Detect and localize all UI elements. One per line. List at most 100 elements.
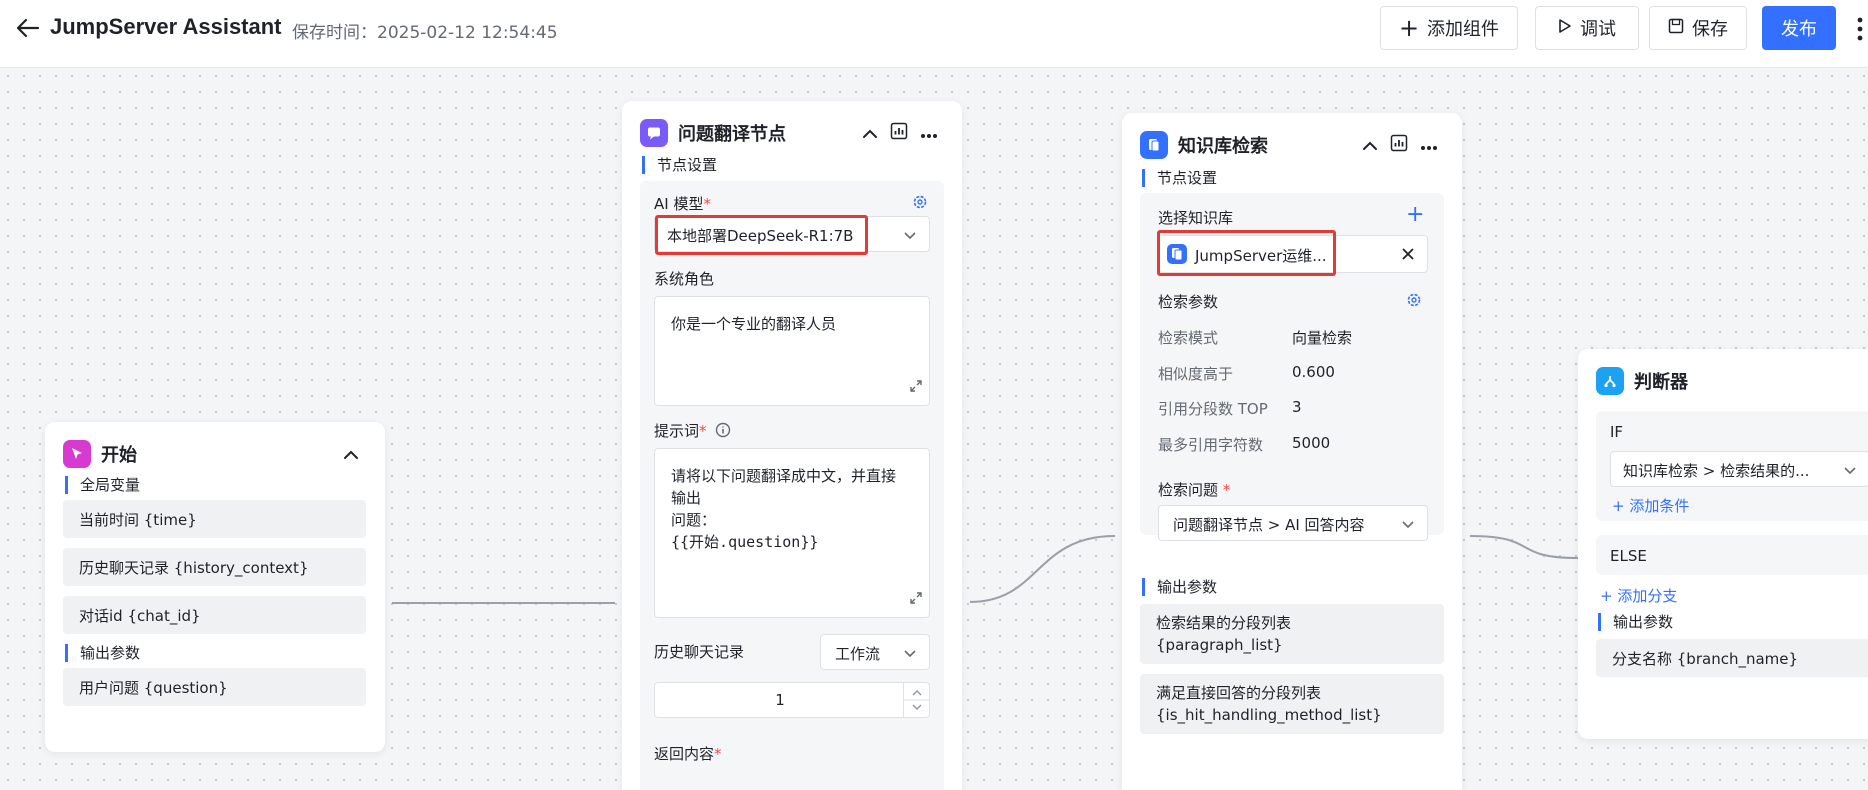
start-node[interactable]: 开始 全局变量 当前时间 {time} 历史聊天记录 {history_cont…: [45, 422, 385, 752]
more-horizontal-icon[interactable]: [1420, 136, 1438, 155]
kb-search-node[interactable]: 知识库检索 节点设置 选择知识库 + JumpServer运维... 检索参数 …: [1122, 113, 1462, 790]
stepper-arrows[interactable]: [903, 683, 930, 717]
expand-icon[interactable]: [909, 377, 923, 399]
publish-label: 发布: [1781, 19, 1817, 40]
search-params-label: 检索参数: [1158, 293, 1219, 311]
param-key: 引用分段数 TOP: [1158, 400, 1268, 418]
output-params-label: 输出参数: [65, 644, 140, 662]
judge-node[interactable]: 判断器 IF 知识库检索 > 检索结果的... + 添加条件 ELSE + 添加…: [1578, 349, 1868, 739]
param-value: 0.600: [1292, 363, 1335, 381]
translate-node[interactable]: 问题翻译节点 节点设置 AI 模型* 本地部署DeepSeek-R1:7B 系统…: [622, 101, 962, 790]
start-node-header: 开始: [63, 440, 137, 468]
prompt-line: {{开始.question}}: [671, 533, 819, 551]
kb-node-header: 知识库检索: [1140, 131, 1268, 159]
branch-icon: [1596, 367, 1624, 395]
info-icon[interactable]: [715, 422, 731, 442]
param-value: 向量检索: [1292, 329, 1353, 347]
output-param-line: 检索结果的分段列表: [1156, 614, 1292, 632]
global-var-item: 对话id {chat_id}: [63, 596, 366, 634]
more-vertical-icon[interactable]: [1856, 14, 1864, 44]
system-role-textarea[interactable]: 你是一个专业的翻译人员: [654, 296, 930, 406]
remove-kb-close-icon[interactable]: [1401, 247, 1415, 265]
collapse-chevron-icon[interactable]: [1362, 136, 1378, 155]
more-horizontal-icon[interactable]: [920, 124, 938, 143]
chevron-down-icon: [1401, 516, 1415, 534]
publish-button[interactable]: 发布: [1762, 6, 1836, 50]
model-settings-gear-icon[interactable]: [912, 194, 928, 214]
condition-value: 知识库检索 > 检索结果的...: [1623, 462, 1810, 480]
system-role-value: 你是一个专业的翻译人员: [671, 315, 837, 333]
chevron-down-icon: [903, 227, 917, 245]
chevron-down-icon: [903, 645, 917, 663]
collapse-chevron-icon[interactable]: [862, 124, 878, 143]
kb-node-title: 知识库检索: [1178, 136, 1268, 157]
if-label: IF: [1610, 423, 1624, 441]
param-key: 相似度高于: [1158, 365, 1234, 383]
add-branch-link[interactable]: + 添加分支: [1600, 585, 1677, 606]
expand-icon[interactable]: [909, 589, 923, 611]
workflow-canvas[interactable]: 开始 全局变量 当前时间 {time} 历史聊天记录 {history_cont…: [0, 68, 1868, 790]
play-icon: [1558, 18, 1572, 39]
add-component-button[interactable]: + 添加组件: [1380, 6, 1518, 50]
save-icon: [1668, 18, 1684, 39]
chevron-down-icon: [1843, 462, 1857, 480]
select-kb-label: 选择知识库: [1158, 209, 1234, 227]
search-question-label: 检索问题 *: [1158, 481, 1231, 499]
output-param-item: 分支名称 {branch_name}: [1596, 639, 1868, 677]
prompt-line: 输出: [671, 489, 702, 507]
history-source-select[interactable]: 工作流: [820, 634, 930, 670]
chat-bubble-icon: [640, 119, 668, 147]
save-button[interactable]: 保存: [1649, 6, 1747, 50]
history-label: 历史聊天记录: [654, 643, 745, 661]
app-title: JumpServer Assistant: [50, 14, 282, 39]
plus-icon: +: [1398, 14, 1420, 42]
global-vars-label: 全局变量: [65, 476, 140, 494]
search-question-select[interactable]: 问题翻译节点 > AI 回答内容: [1158, 505, 1428, 541]
node-settings-label: 节点设置: [1142, 169, 1217, 187]
search-question-value: 问题翻译节点 > AI 回答内容: [1173, 516, 1365, 534]
condition-select[interactable]: 知识库检索 > 检索结果的...: [1610, 451, 1868, 487]
global-var-item: 当前时间 {time}: [63, 500, 366, 538]
output-param-item: 满足直接回答的分段列表 {is_hit_handling_method_list…: [1140, 674, 1444, 734]
collapse-chevron-icon[interactable]: [343, 445, 359, 464]
kb-node-tools: [1362, 131, 1438, 159]
add-component-label: 添加组件: [1427, 19, 1500, 40]
judge-node-title: 判断器: [1634, 372, 1688, 393]
output-params-label: 输出参数: [1142, 578, 1217, 596]
output-param-line: {is_hit_handling_method_list}: [1156, 706, 1382, 724]
return-content-label: 返回内容*: [654, 745, 722, 763]
system-role-label: 系统角色: [654, 270, 715, 288]
translate-node-title: 问题翻译节点: [678, 124, 786, 145]
start-node-title: 开始: [101, 445, 137, 466]
output-param-line: 满足直接回答的分段列表: [1156, 684, 1322, 702]
highlight-box-model: [655, 215, 868, 255]
param-value: 3: [1292, 398, 1302, 416]
translate-node-header: 问题翻译节点: [640, 119, 786, 147]
prompt-line: 问题：: [671, 511, 717, 529]
start-node-tools: [343, 440, 359, 468]
execution-log-icon[interactable]: [1390, 134, 1408, 156]
save-label: 保存: [1692, 19, 1728, 40]
debug-button[interactable]: 调试: [1535, 6, 1639, 50]
ai-model-label: AI 模型*: [654, 195, 711, 213]
prompt-label: 提示词*: [654, 420, 731, 442]
add-condition-link[interactable]: + 添加条件: [1612, 495, 1689, 516]
history-source-value: 工作流: [835, 645, 881, 663]
output-param-line: {paragraph_list}: [1156, 636, 1283, 654]
prompt-line: 请将以下问题翻译成中文，并直接: [671, 467, 897, 485]
param-key: 检索模式: [1158, 329, 1219, 347]
debug-label: 调试: [1580, 19, 1616, 40]
execution-log-icon[interactable]: [890, 122, 908, 144]
node-settings-label: 节点设置: [642, 156, 717, 174]
output-param-item: 用户问题 {question}: [63, 668, 366, 706]
add-kb-plus-icon[interactable]: +: [1406, 204, 1424, 226]
else-label: ELSE: [1610, 547, 1647, 565]
back-arrow-icon[interactable]: [14, 14, 42, 42]
save-time-text: 保存时间：2025-02-12 12:54:45: [292, 23, 558, 43]
param-value: 5000: [1292, 434, 1331, 452]
param-key: 最多引用字符数: [1158, 436, 1264, 454]
output-param-item: 检索结果的分段列表 {paragraph_list}: [1140, 604, 1444, 664]
history-count-stepper[interactable]: 1: [654, 682, 930, 718]
prompt-textarea[interactable]: 请将以下问题翻译成中文，并直接 输出 问题： {{开始.question}}: [654, 448, 930, 618]
search-params-gear-icon[interactable]: [1406, 292, 1422, 312]
